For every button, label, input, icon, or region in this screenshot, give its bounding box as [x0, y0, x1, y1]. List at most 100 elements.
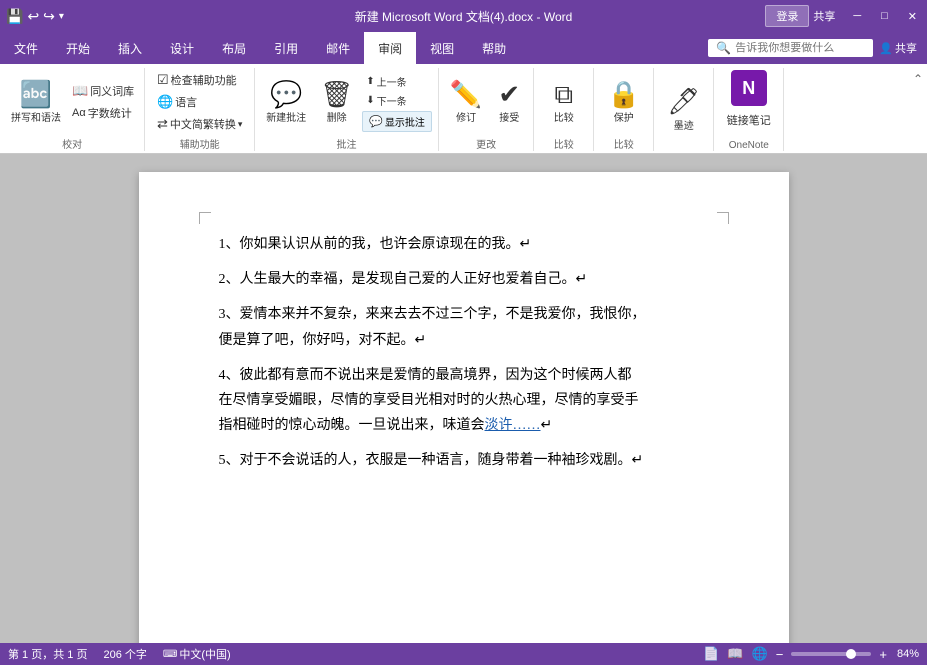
- status-left: 第 1 页，共 1 页 206 个字 ⌨ 中文(中国): [8, 646, 231, 662]
- track-icon: ✏️: [450, 80, 482, 109]
- tab-mailing[interactable]: 邮件: [312, 32, 364, 64]
- accept-icon: ✔: [498, 80, 520, 109]
- prev-comment-button[interactable]: ⬆ 上一条: [362, 73, 432, 90]
- lang-icon: ⌨: [163, 649, 177, 660]
- ribbon-group-ink: 🖊 墨迹: [654, 68, 714, 151]
- wordcount-button[interactable]: Aα 字数统计: [68, 103, 138, 123]
- new-comment-button[interactable]: 💬 新建批注: [261, 78, 311, 127]
- close-button[interactable]: ✕: [898, 0, 927, 32]
- thesaurus-icon: 📖: [72, 83, 88, 99]
- collapse-icon: ⌃: [913, 72, 923, 86]
- ribbon-group-tracking: ✏️ 修订 ✔ 接受 更改: [439, 68, 534, 151]
- document-content: 1、你如果认识从前的我，也许会原谅现在的我。↵ 2、人生最大的幸福，是发现自己爱…: [219, 232, 709, 474]
- status-bar: 第 1 页，共 1 页 206 个字 ⌨ 中文(中国) 📄 📖 🌐 − + 84…: [0, 643, 927, 665]
- tab-insert[interactable]: 插入: [104, 32, 156, 64]
- ribbon-group-onenote: N 链接笔记 OneNote: [714, 68, 784, 151]
- proofing-col: 📖 同义词库 Aα 字数统计: [68, 81, 138, 123]
- trans-dropdown-icon: ▾: [238, 119, 243, 130]
- underline-text: 淡许……: [485, 418, 541, 433]
- show-comments-icon: 💬: [369, 115, 383, 128]
- zoom-in-button[interactable]: +: [879, 647, 887, 662]
- tab-references[interactable]: 引用: [260, 32, 312, 64]
- ribbon-group-protect: 🔒 保护 比较: [594, 68, 654, 151]
- protect-icon: 🔒: [608, 80, 640, 109]
- up-arrow-icon: ⬆: [366, 76, 374, 87]
- paragraph-4: 4、彼此都有意而不说出来是爱情的最高境界，因为这个时候两人都在尽情享受媚眼，尽情…: [219, 363, 709, 439]
- paragraph-3: 3、爱情本来并不复杂，来来去去不过三个字，不是我爱你，我恨你，便是算了吧，你好吗…: [219, 302, 709, 352]
- ink-icon: 🖊: [667, 87, 700, 116]
- zoom-out-button[interactable]: −: [776, 647, 784, 662]
- ribbon-group-comments: 💬 新建批注 🗑 删除 ⬆ 上一条 ⬇ 下一条 💬 显示批注: [255, 68, 439, 151]
- page-info: 第 1 页，共 1 页: [8, 646, 87, 662]
- tab-design[interactable]: 设计: [156, 32, 208, 64]
- document-area: 1、你如果认识从前的我，也许会原谅现在的我。↵ 2、人生最大的幸福，是发现自己爱…: [0, 152, 927, 643]
- ribbon-collapse[interactable]: ⌃: [909, 68, 927, 151]
- share-ribbon-button[interactable]: 👤 共享: [879, 40, 917, 56]
- ink-button[interactable]: 🖊 墨迹: [662, 85, 705, 134]
- ribbon-search-box[interactable]: 🔍: [708, 39, 873, 57]
- check-aux-button[interactable]: ☑ 检查辅助功能: [153, 70, 241, 90]
- spellcheck-icon: 🔤: [20, 80, 52, 109]
- thesaurus-button[interactable]: 📖 同义词库: [68, 81, 138, 101]
- minimize-button[interactable]: ─: [843, 0, 871, 32]
- restore-button[interactable]: □: [871, 0, 898, 32]
- show-comments-button[interactable]: 💬 显示批注: [362, 111, 432, 132]
- tab-help[interactable]: 帮助: [468, 32, 520, 64]
- accept-button[interactable]: ✔ 接受: [491, 78, 527, 127]
- undo-icon[interactable]: ↩: [27, 8, 39, 25]
- protect-button[interactable]: 🔒 保护: [603, 78, 645, 127]
- view-web-icon[interactable]: 🌐: [752, 646, 768, 662]
- ribbon-group-compare: ⧉ 比较 比较: [534, 68, 594, 151]
- view-read-icon[interactable]: 📖: [727, 646, 743, 662]
- wordcount-icon: Aα: [72, 107, 86, 119]
- proofing-label: 校对: [62, 136, 82, 151]
- link-note-button[interactable]: 链接笔记: [723, 110, 775, 130]
- compare-label: 比较: [554, 136, 574, 151]
- word-count: 206 个字: [103, 646, 146, 662]
- redo-icon[interactable]: ↪: [43, 8, 55, 25]
- compare-icon: ⧉: [554, 80, 573, 109]
- zoom-thumb: [846, 649, 856, 659]
- paragraph-2: 2、人生最大的幸福，是发现自己爱的人正好也爱着自己。↵: [219, 267, 709, 292]
- delete-comment-button[interactable]: 🗑 删除: [315, 78, 358, 127]
- paragraph-1: 1、你如果认识从前的我，也许会原谅现在的我。↵: [219, 232, 709, 257]
- window-title: 新建 Microsoft Word 文档(4).docx - Word: [355, 8, 573, 25]
- trans-icon: ⇄: [157, 116, 168, 132]
- corner-mark-tr: [717, 212, 729, 224]
- track-changes-button[interactable]: ✏️ 修订: [445, 78, 487, 127]
- nav-comment-col: ⬆ 上一条 ⬇ 下一条 💬 显示批注: [362, 73, 432, 132]
- tab-file[interactable]: 文件: [0, 32, 52, 64]
- zoom-level[interactable]: 84%: [897, 648, 919, 660]
- zoom-slider[interactable]: [791, 652, 871, 656]
- document-page: 1、你如果认识从前的我，也许会原谅现在的我。↵ 2、人生最大的幸福，是发现自己爱…: [139, 172, 789, 643]
- onenote-label: OneNote: [729, 140, 769, 151]
- quick-access-toolbar: 💾 ↩ ↪ ▾: [0, 8, 160, 25]
- trans-button[interactable]: ⇄ 中文简繁转换 ▾: [153, 114, 246, 134]
- window-controls: 登录 共享 ─ □ ✕: [765, 0, 927, 32]
- tab-home[interactable]: 开始: [52, 32, 104, 64]
- spellcheck-button[interactable]: 🔤 拼写和语法: [6, 78, 66, 127]
- login-button[interactable]: 登录: [765, 5, 809, 27]
- tab-view[interactable]: 视图: [416, 32, 468, 64]
- comments-label: 批注: [337, 136, 357, 151]
- paragraph-5: 5、对于不会说话的人，衣服是一种语言，随身带着一种袖珍戏剧。↵: [219, 448, 709, 473]
- ribbon-content: 🔤 拼写和语法 📖 同义词库 Aα 字数统计 校对 ☑ 检查辅助功能: [0, 64, 927, 154]
- protect-label: 比较: [614, 136, 634, 151]
- compare-button[interactable]: ⧉ 比较: [546, 78, 582, 127]
- next-comment-button[interactable]: ⬇ 下一条: [362, 92, 432, 109]
- language-icon: 🌐: [157, 94, 173, 110]
- tab-review[interactable]: 审阅: [364, 32, 416, 64]
- save-icon[interactable]: 💾: [6, 8, 23, 25]
- auxiliary-label: 辅助功能: [180, 136, 220, 151]
- view-print-icon[interactable]: 📄: [703, 646, 719, 662]
- ribbon-tabs: 文件 开始 插入 设计 布局 引用 邮件 审阅 视图 帮助 🔍 👤 共享: [0, 32, 927, 64]
- share-icon: 👤: [879, 42, 893, 55]
- title-bar: 💾 ↩ ↪ ▾ 新建 Microsoft Word 文档(4).docx - W…: [0, 0, 927, 32]
- share-button[interactable]: 共享: [813, 8, 835, 24]
- search-input[interactable]: [735, 42, 865, 54]
- quick-access-dropdown[interactable]: ▾: [59, 11, 64, 22]
- tab-layout[interactable]: 布局: [208, 32, 260, 64]
- language-button[interactable]: 🌐 语言: [153, 92, 201, 112]
- ribbon-group-auxiliary: ☑ 检查辅助功能 🌐 语言 ⇄ 中文简繁转换 ▾ 辅助功能: [145, 68, 255, 151]
- status-right: 📄 📖 🌐 − + 84%: [703, 646, 919, 662]
